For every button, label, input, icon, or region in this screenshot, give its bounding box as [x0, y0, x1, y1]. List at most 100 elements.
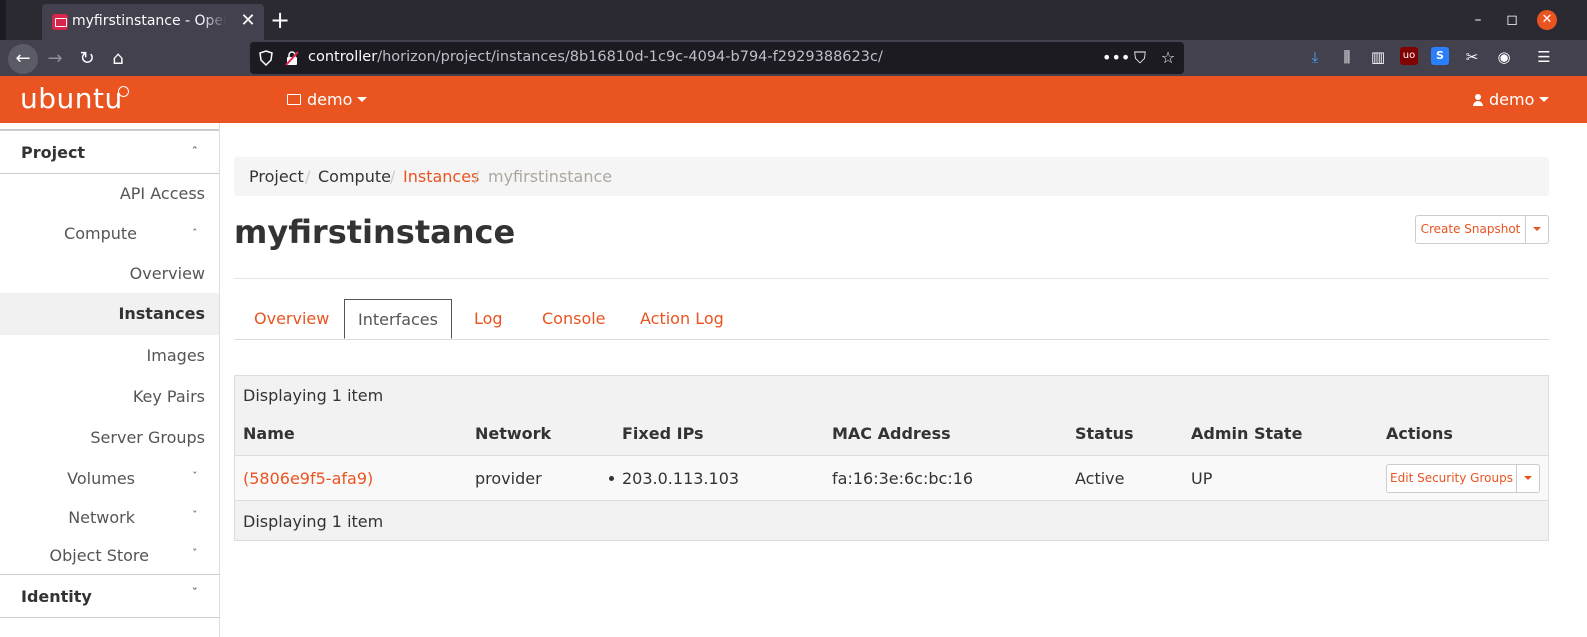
- column-header-name[interactable]: Name: [243, 424, 295, 443]
- back-icon[interactable]: ←: [8, 44, 38, 74]
- sidebar-item-key-pairs[interactable]: Key Pairs: [0, 378, 219, 416]
- breadcrumb-instances-link[interactable]: Instances: [403, 167, 479, 186]
- interfaces-table: Displaying 1 item Name Network Fixed IPs…: [234, 375, 1549, 541]
- interface-fixed-ip: 203.0.113.103: [622, 469, 740, 488]
- interface-network: provider: [475, 469, 542, 488]
- extension-s-icon[interactable]: S: [1431, 47, 1449, 65]
- sidebar-item-overview[interactable]: Overview: [0, 255, 219, 293]
- bookmark-star-icon[interactable]: ☆: [1158, 48, 1178, 68]
- project-switcher[interactable]: demo: [287, 90, 368, 109]
- breadcrumb: Project / Compute / Instances / myfirsti…: [234, 157, 1549, 196]
- pocket-icon[interactable]: ⛉: [1130, 48, 1150, 68]
- download-icon[interactable]: ⤓: [1305, 47, 1325, 67]
- sidebar-section-identity[interactable]: Identity ˇ: [0, 574, 219, 618]
- insecure-lock-icon[interactable]: [284, 50, 300, 66]
- edit-security-groups-button[interactable]: Edit Security Groups: [1386, 464, 1517, 493]
- breadcrumb-separator: /: [390, 167, 396, 186]
- sidebar-item-images[interactable]: Images: [0, 337, 219, 375]
- sidebar-item-label: Object Store: [49, 546, 149, 565]
- ubuntu-circle-icon: [118, 86, 129, 97]
- maximize-icon[interactable]: ◻: [1502, 10, 1522, 30]
- column-header-actions: Actions: [1386, 424, 1453, 443]
- tab-log[interactable]: Log: [474, 299, 503, 339]
- project-name: demo: [307, 90, 353, 109]
- app-header: ubuntu demo demo: [0, 76, 1587, 123]
- breadcrumb-separator: /: [305, 167, 311, 186]
- create-snapshot-button[interactable]: Create Snapshot: [1415, 215, 1526, 244]
- tab-interfaces[interactable]: Interfaces: [344, 299, 452, 339]
- sidebar-item-api-access[interactable]: API Access: [0, 175, 219, 213]
- interface-name-link[interactable]: (5806e9f5-afa9): [243, 469, 373, 488]
- table-count-top: Displaying 1 item: [243, 386, 384, 405]
- tab-overview[interactable]: Overview: [254, 299, 329, 339]
- new-tab-icon[interactable]: +: [268, 8, 292, 32]
- browser-navbar: ← → ↻ ⌂ controller/horizon/project/insta…: [0, 40, 1587, 76]
- column-header-fixed-ips[interactable]: Fixed IPs: [622, 424, 704, 443]
- browser-tab[interactable]: myfirstinstance - OpenStack Dashboard ✕: [42, 4, 264, 40]
- user-name: demo: [1489, 90, 1535, 109]
- interface-status: Active: [1075, 469, 1125, 488]
- list-bullet: [609, 476, 614, 481]
- title-divider: [234, 278, 1549, 279]
- reload-icon[interactable]: ↻: [72, 44, 102, 74]
- sidebar-item-instances[interactable]: Instances: [0, 293, 219, 335]
- interface-mac: fa:16:3e:6c:bc:16: [832, 469, 974, 488]
- column-header-network[interactable]: Network: [475, 424, 551, 443]
- caret-down-icon: [1533, 227, 1541, 231]
- tab-action-log[interactable]: Action Log: [640, 299, 724, 339]
- url-host: controller: [308, 49, 378, 65]
- sidebar-divider: [0, 123, 219, 130]
- sidebar-item-label: API Access: [119, 184, 205, 203]
- close-tab-icon[interactable]: ✕: [238, 11, 258, 31]
- sidebar-item-compute[interactable]: Compute ˆ: [0, 215, 219, 253]
- sidebar-item-label: Images: [146, 346, 205, 365]
- column-header-mac[interactable]: MAC Address: [832, 424, 951, 443]
- forward-icon[interactable]: →: [40, 44, 70, 74]
- home-icon[interactable]: ⌂: [103, 44, 133, 74]
- address-bar[interactable]: controller/horizon/project/instances/8b1…: [250, 42, 1184, 74]
- row-actions-dropdown-toggle[interactable]: [1516, 464, 1540, 493]
- chevron-down-icon: ˇ: [192, 509, 198, 522]
- caret-down-icon: [357, 97, 368, 102]
- account-icon[interactable]: ◉: [1494, 47, 1514, 67]
- tab-title: myfirstinstance - OpenStack Dashboard: [72, 13, 226, 29]
- minimize-icon[interactable]: –: [1468, 10, 1488, 30]
- menu-hamburger-icon[interactable]: ☰: [1534, 47, 1554, 67]
- table-row: (5806e9f5-afa9) provider 203.0.113.103 f…: [235, 455, 1548, 501]
- page-title: myfirstinstance: [234, 213, 516, 251]
- sidebar: Project ˆ API Access Compute ˆ Overview …: [0, 123, 220, 637]
- user-menu[interactable]: demo: [1473, 90, 1550, 109]
- library-icon[interactable]: ⫼: [1337, 47, 1357, 67]
- sidebar-item-network[interactable]: Network ˇ: [0, 499, 219, 537]
- sidebar-item-volumes[interactable]: Volumes ˇ: [0, 460, 219, 498]
- close-window-icon[interactable]: ✕: [1537, 10, 1557, 30]
- openstack-favicon-icon: [52, 14, 68, 30]
- browser-titlebar: myfirstinstance - OpenStack Dashboard ✕ …: [0, 0, 1587, 40]
- detail-tabs: Overview Interfaces Log Console Action L…: [234, 299, 1549, 340]
- tab-console[interactable]: Console: [542, 299, 606, 339]
- chevron-down-icon: ˇ: [192, 470, 198, 483]
- caret-down-icon: [1539, 97, 1550, 102]
- sidebar-item-label: Key Pairs: [132, 387, 205, 406]
- sidebar-item-label: Network: [68, 508, 135, 527]
- sidebar-icon[interactable]: ▥: [1368, 47, 1388, 67]
- page-actions-icon[interactable]: •••: [1102, 48, 1130, 68]
- breadcrumb-project: Project: [249, 167, 304, 186]
- url-text[interactable]: controller/horizon/project/instances/8b1…: [308, 49, 883, 65]
- breadcrumb-compute: Compute: [318, 167, 391, 186]
- column-header-admin-state[interactable]: Admin State: [1191, 424, 1302, 443]
- sidebar-section-project[interactable]: Project ˆ: [0, 130, 219, 174]
- sidebar-item-label: Volumes: [67, 469, 135, 488]
- breadcrumb-current: myfirstinstance: [488, 167, 613, 186]
- table-count-bottom: Displaying 1 item: [243, 512, 384, 531]
- ubuntu-logo[interactable]: ubuntu: [20, 82, 123, 115]
- snapshot-dropdown-toggle[interactable]: [1525, 215, 1549, 244]
- sidebar-item-object-store[interactable]: Object Store ˇ: [0, 537, 219, 575]
- chevron-up-icon: ˆ: [192, 145, 198, 158]
- column-header-status[interactable]: Status: [1075, 424, 1134, 443]
- tracking-shield-icon[interactable]: [258, 50, 274, 66]
- chevron-up-icon: ˆ: [192, 227, 198, 240]
- sidebar-item-server-groups[interactable]: Server Groups: [0, 420, 219, 458]
- ublock-icon[interactable]: uo: [1400, 47, 1418, 65]
- extension-tools-icon[interactable]: ✂: [1462, 47, 1482, 67]
